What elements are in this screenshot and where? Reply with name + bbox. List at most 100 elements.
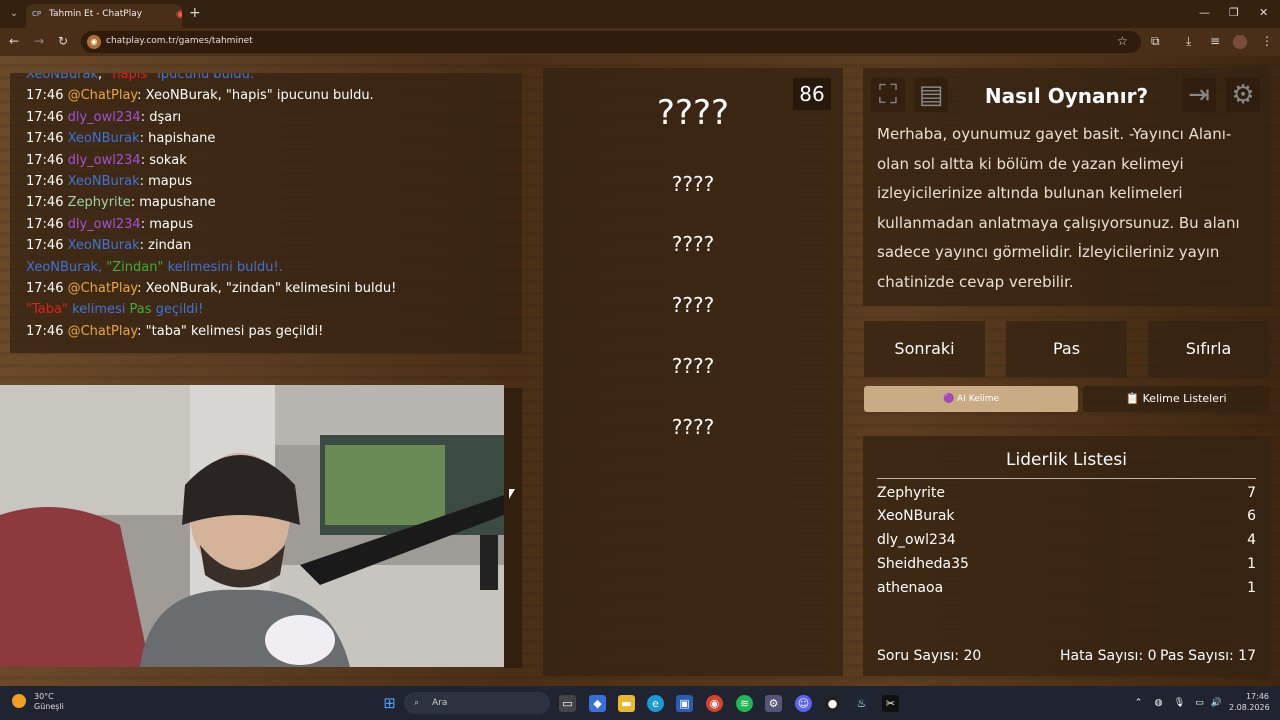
- tab-favicon: CP: [32, 10, 42, 18]
- chat-segment: 17:46: [26, 88, 68, 104]
- player-score: 1: [1247, 556, 1256, 572]
- capcut-icon[interactable]: ✂: [882, 695, 899, 712]
- start-icon[interactable]: ⊞: [381, 695, 398, 712]
- chat-segment: : hapishane: [139, 131, 216, 147]
- minimize-icon[interactable]: —: [1199, 6, 1210, 19]
- chat-segment: "hapis": [106, 73, 154, 82]
- network-icon[interactable]: ◍: [1150, 695, 1167, 712]
- chat-segment: : zindan: [139, 238, 192, 254]
- taskbar-search[interactable]: ⌕ Ara: [404, 692, 550, 714]
- chat-segment: 17:46: [26, 216, 68, 232]
- player-name: dly_owl234: [877, 532, 956, 548]
- new-tab-button[interactable]: +: [189, 5, 201, 21]
- forbidden-word: ????: [671, 415, 715, 439]
- chat-segment: XeoNBurak: [26, 259, 98, 275]
- chat-segment: @ChatPlay: [67, 280, 138, 296]
- leaderboard-row: XeoNBurak 6: [877, 508, 1256, 524]
- store-icon[interactable]: ◆: [589, 695, 606, 712]
- extensions-icon[interactable]: ⧉: [1151, 34, 1160, 49]
- chat-segment: dly_owl234: [67, 152, 141, 168]
- reset-button[interactable]: Sıfırla: [1148, 321, 1269, 377]
- chat-segment: @ChatPlay: [67, 323, 138, 339]
- spotify-icon[interactable]: ≋: [736, 695, 753, 712]
- chat-segment: ipucunu buldu.: [153, 73, 255, 82]
- chat-message: 17:46 dly_owl234: sokak: [10, 150, 522, 171]
- close-window-icon[interactable]: ✕: [1259, 6, 1268, 19]
- chat-segment: 17:46: [26, 280, 68, 296]
- exit-icon[interactable]: ⇥: [1182, 78, 1216, 112]
- edge-icon[interactable]: e: [647, 695, 664, 712]
- chat-message: XeoNBurak, "hapis" ipucunu buldu.: [10, 73, 522, 85]
- weather-condition: Güneşli: [34, 702, 64, 711]
- temperature: 30°C: [34, 692, 54, 701]
- address-bar[interactable]: ◉ chatplay.com.tr/games/tahminet: [81, 31, 1141, 53]
- error-count: Hata Sayısı: 0: [1060, 648, 1157, 664]
- player-name: Sheidheda35: [877, 556, 969, 572]
- webcam-feed: [0, 385, 504, 667]
- next-button[interactable]: Sonraki: [864, 321, 985, 377]
- clock[interactable]: 17:46 2.08.2026: [1229, 691, 1270, 713]
- chat-segment: 17:46: [26, 109, 68, 125]
- chat-segment: Pas: [129, 302, 152, 318]
- app-icon[interactable]: ▣: [676, 695, 693, 712]
- chat-message: 17:46 dly_owl234: dşarı: [10, 107, 522, 128]
- chat-message: 17:46 dly_owl234: mapus: [10, 214, 522, 235]
- player-name: athenaoa: [877, 580, 944, 596]
- pass-button[interactable]: Pas: [1006, 321, 1127, 377]
- reload-icon[interactable]: ↻: [58, 34, 68, 48]
- chat-message: "Taba" kelimesi Pas geçildi!: [10, 299, 522, 320]
- mouse-cursor: [509, 489, 515, 499]
- chat-message: 17:46 @ChatPlay: "taba" kelimesi pas geç…: [10, 321, 522, 342]
- chat-segment: : XeoNBurak, "zindan" kelimesini buldu!: [137, 280, 397, 296]
- settings-app-icon[interactable]: ⚙: [765, 695, 782, 712]
- browser-menu-icon[interactable]: ⋮: [1261, 34, 1273, 48]
- back-icon[interactable]: ←: [9, 34, 19, 48]
- chat-message: 17:46 Zephyrite: mapushane: [10, 192, 522, 213]
- url-text: chatplay.com.tr/games/tahminet: [106, 36, 253, 46]
- forward-icon[interactable]: →: [34, 34, 44, 48]
- leaderboard-row: Sheidheda35 1: [877, 556, 1256, 572]
- tray-chevron-icon[interactable]: ⌃: [1130, 695, 1147, 712]
- chat-segment: kelimesini buldu!.: [163, 259, 283, 275]
- chat-segment: XeoNBurak: [67, 173, 140, 189]
- sun-icon: [12, 694, 26, 708]
- chat-segment: "Zindan": [106, 259, 164, 275]
- question-count: Soru Sayısı: 20: [877, 648, 982, 664]
- browser-tab[interactable]: CP Tahmin Et - ChatPlay ◉ ✕: [26, 4, 182, 28]
- downloads-icon[interactable]: ⤓: [1186, 34, 1191, 49]
- site-info-icon[interactable]: ◉: [87, 35, 101, 49]
- task-view-icon[interactable]: ▭: [559, 695, 576, 712]
- chat-log: XeoNBurak, "hapis" ipucunu buldu. 17:46 @…: [10, 73, 522, 342]
- chat-segment: @ChatPlay: [67, 88, 138, 104]
- search-icon: ⌕: [414, 698, 420, 708]
- player-score: 1: [1247, 580, 1256, 596]
- steam-icon[interactable]: ♨: [853, 695, 870, 712]
- main-word: ????: [656, 93, 730, 133]
- bookmark-star-icon[interactable]: ☆: [1117, 34, 1128, 48]
- chat-message: 17:46 @ChatPlay: XeoNBurak, "hapis" ipuc…: [10, 85, 522, 106]
- player-name: XeoNBurak: [877, 508, 955, 524]
- chat-message: 17:46 @ChatPlay: XeoNBurak, "zindan" kel…: [10, 278, 522, 299]
- chat-segment: : mapus: [140, 216, 194, 232]
- ai-word-button[interactable]: 🟣 AI Kelime: [864, 386, 1078, 412]
- restore-icon[interactable]: ❐: [1229, 6, 1239, 19]
- chrome-icon[interactable]: ◉: [706, 695, 723, 712]
- player-name: Zephyrite: [877, 485, 945, 501]
- volume-icon[interactable]: 🔊: [1208, 695, 1225, 712]
- display-icon[interactable]: ▭: [1191, 695, 1208, 712]
- chat-segment: : mapushane: [130, 195, 216, 211]
- discord-icon[interactable]: ☺: [795, 695, 812, 712]
- search-placeholder: Ara: [432, 698, 448, 708]
- obs-icon[interactable]: ●: [824, 695, 841, 712]
- microphone-icon[interactable]: 🎙: [1171, 695, 1188, 712]
- chat-panel: XeoNBurak, "hapis" ipucunu buldu. 17:46 @…: [10, 73, 522, 353]
- date: 2.08.2026: [1229, 703, 1270, 712]
- chat-segment: kelimesi: [67, 302, 130, 318]
- file-explorer-icon[interactable]: ▬: [618, 695, 635, 712]
- word-lists-button[interactable]: 📋 Kelime Listeleri: [1083, 386, 1269, 412]
- reading-list-icon[interactable]: ≡: [1210, 34, 1220, 48]
- tab-list-button[interactable]: ⌄: [6, 6, 22, 22]
- settings-gear-icon[interactable]: ⚙: [1226, 78, 1260, 112]
- profile-avatar[interactable]: [1233, 35, 1247, 49]
- chat-segment: 17:46: [26, 195, 68, 211]
